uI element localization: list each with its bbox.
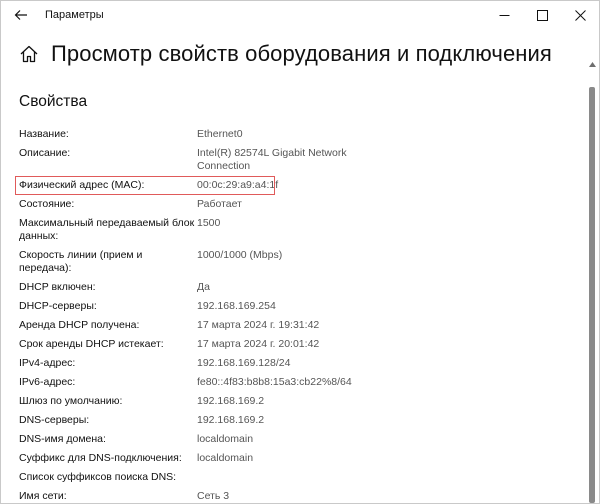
page-title: Просмотр свойств оборудования и подключе… bbox=[51, 41, 552, 66]
property-value: Да bbox=[197, 281, 210, 293]
property-row-ipv4: IPv4-адрес: 192.168.169.128/24 bbox=[19, 354, 579, 373]
property-value: 17 марта 2024 г. 20:01:42 bbox=[197, 338, 320, 350]
close-button[interactable] bbox=[561, 1, 599, 29]
property-value: 192.168.169.128/24 bbox=[197, 357, 291, 369]
maximize-button[interactable] bbox=[523, 1, 561, 29]
property-label: IPv6-адрес: bbox=[19, 376, 76, 388]
vertical-scrollbar[interactable] bbox=[587, 59, 597, 503]
property-label: Физический адрес (MAC): bbox=[19, 179, 145, 191]
property-row-dns-search-list: Список суффиксов поиска DNS: bbox=[19, 468, 579, 487]
property-row-mtu: Максимальный передаваемый блок данных: 1… bbox=[19, 214, 579, 246]
maximize-icon bbox=[536, 9, 548, 21]
close-icon bbox=[574, 9, 586, 21]
property-value: localdomain bbox=[197, 452, 254, 464]
window-controls bbox=[485, 1, 599, 29]
property-row-description: Описание: Intel(R) 82574L Gigabit Networ… bbox=[19, 144, 579, 176]
property-label: Список суффиксов поиска DNS: bbox=[19, 471, 177, 483]
scrollbar-thumb[interactable] bbox=[589, 87, 595, 503]
property-label: Аренда DHCP получена: bbox=[19, 319, 140, 331]
property-value: 1500 bbox=[197, 217, 221, 229]
property-value: fe80::4f83:b8b8:15a3:cb22%8/64 bbox=[197, 376, 352, 388]
property-row-dns-servers: DNS-серверы: 192.168.169.2 bbox=[19, 411, 579, 430]
property-label: Состояние: bbox=[19, 198, 75, 210]
property-value: 192.168.169.2 bbox=[197, 395, 265, 407]
property-row-dhcp-enabled: DHCP включен: Да bbox=[19, 278, 579, 297]
property-row-network-name: Имя сети: Сеть 3 bbox=[19, 487, 579, 504]
property-label: IPv4-адрес: bbox=[19, 357, 76, 369]
scroll-up-button[interactable] bbox=[587, 59, 597, 69]
back-button[interactable] bbox=[1, 1, 41, 29]
back-arrow-icon bbox=[14, 10, 27, 20]
scroll-up-arrow-icon bbox=[588, 61, 596, 67]
app-title: Параметры bbox=[45, 9, 104, 21]
property-label: Шлюз по умолчанию: bbox=[19, 395, 123, 407]
property-value: Работает bbox=[197, 198, 242, 210]
property-row-mac-address: Физический адрес (MAC): 00:0c:29:a9:a4:1… bbox=[15, 176, 579, 195]
property-value: 1000/1000 (Mbps) bbox=[197, 249, 283, 261]
property-value: 00:0c:29:a9:a4:1f bbox=[197, 179, 279, 191]
property-row-default-gateway: Шлюз по умолчанию: 192.168.169.2 bbox=[19, 392, 579, 411]
properties-list: Название: Ethernet0 Описание: Intel(R) 8… bbox=[15, 125, 579, 504]
property-value: Ethernet0 bbox=[197, 128, 243, 140]
property-value: Intel(R) 82574L Gigabit Network Connecti… bbox=[197, 147, 347, 172]
property-row-dhcp-servers: DHCP-серверы: 192.168.169.254 bbox=[19, 297, 579, 316]
property-row-name: Название: Ethernet0 bbox=[19, 125, 579, 144]
property-value: 192.168.169.2 bbox=[197, 414, 265, 426]
property-label: DHCP-серверы: bbox=[19, 300, 97, 312]
property-label: DNS-серверы: bbox=[19, 414, 90, 426]
section-title: Свойства bbox=[19, 93, 88, 110]
home-icon[interactable] bbox=[19, 44, 39, 64]
property-label: Описание: bbox=[19, 147, 71, 159]
property-label: DNS-имя домена: bbox=[19, 433, 106, 445]
property-row-status: Состояние: Работает bbox=[19, 195, 579, 214]
property-label: Срок аренды DHCP истекает: bbox=[19, 338, 164, 350]
property-label: Максимальный передаваемый блок данных: bbox=[19, 217, 195, 242]
property-row-ipv6: IPv6-адрес: fe80::4f83:b8b8:15a3:cb22%8/… bbox=[19, 373, 579, 392]
property-row-dns-domain: DNS-имя домена: localdomain bbox=[19, 430, 579, 449]
property-label: Имя сети: bbox=[19, 490, 67, 502]
property-row-lease-obtained: Аренда DHCP получена: 17 марта 2024 г. 1… bbox=[19, 316, 579, 335]
property-value: localdomain bbox=[197, 433, 254, 445]
minimize-button[interactable] bbox=[485, 1, 523, 29]
property-label: DHCP включен: bbox=[19, 281, 96, 293]
property-label: Суффикс для DNS-подключения: bbox=[19, 452, 182, 464]
property-row-link-speed: Скорость линии (прием и передача): 1000/… bbox=[19, 246, 579, 278]
property-row-dns-suffix: Суффикс для DNS-подключения: localdomain bbox=[19, 449, 579, 468]
settings-window: Параметры Просмотр свойств оборудования … bbox=[0, 0, 600, 504]
property-label: Название: bbox=[19, 128, 69, 140]
title-bar: Параметры bbox=[1, 1, 599, 29]
property-value: 192.168.169.254 bbox=[197, 300, 276, 312]
property-label: Скорость линии (прием и передача): bbox=[19, 249, 143, 274]
property-value: Сеть 3 bbox=[197, 490, 230, 502]
minimize-icon bbox=[499, 14, 509, 16]
property-row-lease-expires: Срок аренды DHCP истекает: 17 марта 2024… bbox=[19, 335, 579, 354]
page-header: Просмотр свойств оборудования и подключе… bbox=[19, 41, 552, 67]
property-value: 17 марта 2024 г. 19:31:42 bbox=[197, 319, 320, 331]
